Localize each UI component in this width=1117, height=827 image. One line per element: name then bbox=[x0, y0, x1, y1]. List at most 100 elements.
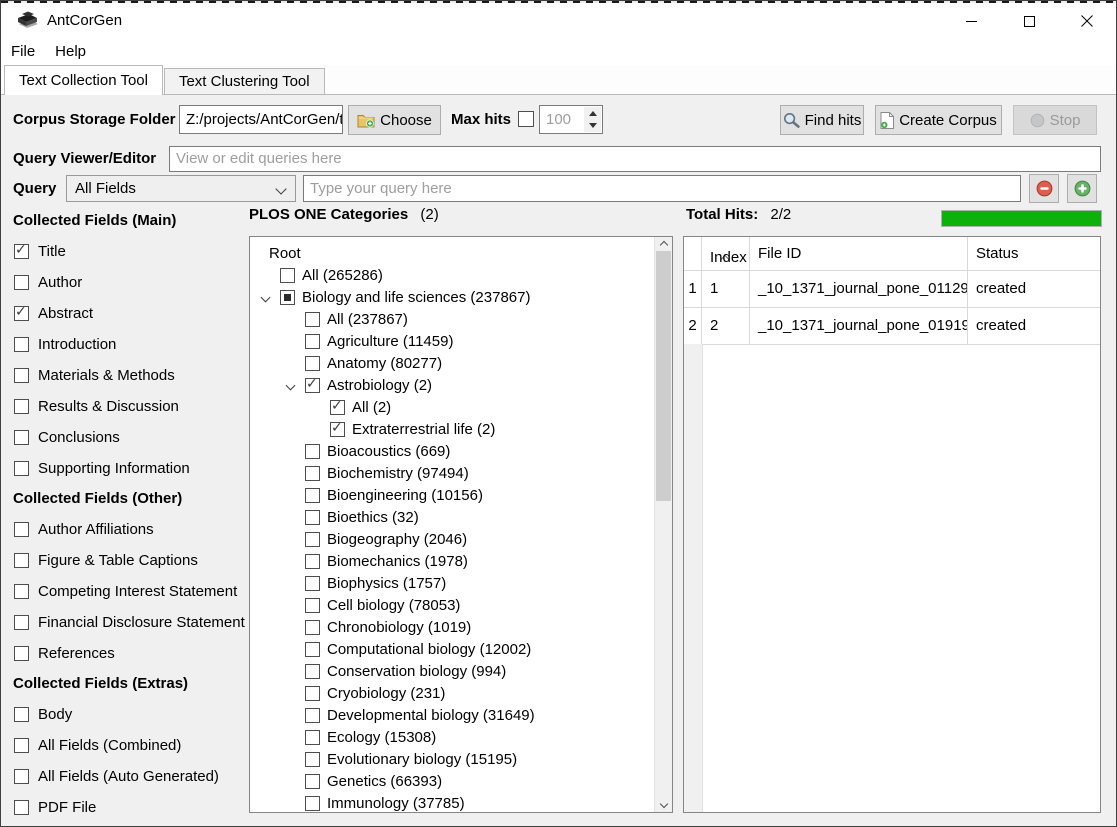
tree-checkbox[interactable] bbox=[305, 532, 320, 547]
expander-icon[interactable] bbox=[285, 382, 305, 389]
find-hits-button[interactable]: Find hits bbox=[780, 105, 864, 135]
tree-checkbox[interactable] bbox=[305, 752, 320, 767]
tree-checkbox[interactable] bbox=[305, 356, 320, 371]
menu-file[interactable]: File bbox=[1, 41, 45, 62]
tree-item-bioethics-32[interactable]: Bioethics (32) bbox=[250, 506, 655, 528]
tree-checkbox[interactable] bbox=[305, 334, 320, 349]
tree-item-ecology-15308[interactable]: Ecology (15308) bbox=[250, 726, 655, 748]
tab-text-clustering-tool[interactable]: Text Clustering Tool bbox=[164, 68, 325, 94]
tree-checkbox[interactable] bbox=[305, 488, 320, 503]
tree-item-genetics-66393[interactable]: Genetics (66393) bbox=[250, 770, 655, 792]
maximize-button[interactable] bbox=[1000, 1, 1058, 41]
field-checkbox-author[interactable]: Author bbox=[1, 267, 249, 298]
tree-item-astrobiology-2[interactable]: ✓Astrobiology (2) bbox=[250, 374, 655, 396]
column-header-status[interactable]: Status bbox=[968, 237, 1100, 270]
tree-item-anatomy-80277[interactable]: Anatomy (80277) bbox=[250, 352, 655, 374]
field-checkbox-body[interactable]: Body bbox=[1, 699, 249, 730]
table-row[interactable]: 22_10_1371_journal_pone_0191907created bbox=[684, 307, 1100, 345]
tree-checkbox[interactable] bbox=[305, 686, 320, 701]
checkbox[interactable]: ✓ bbox=[14, 306, 29, 321]
menu-help[interactable]: Help bbox=[45, 41, 96, 62]
query-input[interactable]: Type your query here bbox=[303, 175, 1021, 202]
tree-item-developmental-biology-31649[interactable]: Developmental biology (31649) bbox=[250, 704, 655, 726]
query-viewer-input[interactable]: View or edit queries here bbox=[169, 146, 1101, 172]
remove-query-button[interactable] bbox=[1029, 174, 1059, 203]
checkbox[interactable] bbox=[14, 800, 29, 815]
tree-checkbox[interactable] bbox=[305, 620, 320, 635]
checkbox[interactable] bbox=[14, 399, 29, 414]
tree-checkbox[interactable] bbox=[305, 664, 320, 679]
column-header-file-id[interactable]: File ID bbox=[750, 237, 968, 270]
tree-item-computational-biology-12002[interactable]: Computational biology (12002) bbox=[250, 638, 655, 660]
tree-item-agriculture-11459[interactable]: Agriculture (11459) bbox=[250, 330, 655, 352]
tree-item-extraterrestrial-life-2[interactable]: ✓Extraterrestrial life (2) bbox=[250, 418, 655, 440]
tree-checkbox[interactable] bbox=[305, 312, 320, 327]
checkbox[interactable] bbox=[14, 646, 29, 661]
scroll-down-button[interactable] bbox=[655, 796, 672, 812]
add-query-button[interactable] bbox=[1067, 174, 1097, 203]
field-checkbox-author-affiliations[interactable]: Author Affiliations bbox=[1, 514, 249, 545]
field-checkbox-results-discussion[interactable]: Results & Discussion bbox=[1, 391, 249, 422]
field-checkbox-conclusions[interactable]: Conclusions bbox=[1, 422, 249, 453]
choose-button[interactable]: Choose bbox=[348, 105, 441, 135]
field-checkbox-introduction[interactable]: Introduction bbox=[1, 329, 249, 360]
field-checkbox-materials-methods[interactable]: Materials & Methods bbox=[1, 360, 249, 391]
tree-checkbox[interactable] bbox=[305, 554, 320, 569]
create-corpus-button[interactable]: Create Corpus bbox=[875, 105, 1002, 135]
tree-item-all-237867[interactable]: All (237867) bbox=[250, 308, 655, 330]
checkbox[interactable] bbox=[14, 337, 29, 352]
checkbox[interactable] bbox=[14, 461, 29, 476]
tree-item-biology-and-life-sciences-237867[interactable]: Biology and life sciences (237867) bbox=[250, 286, 655, 308]
spin-up-button[interactable] bbox=[584, 107, 601, 120]
tree-checkbox[interactable] bbox=[305, 576, 320, 591]
tree-item-biogeography-2046[interactable]: Biogeography (2046) bbox=[250, 528, 655, 550]
checkbox[interactable] bbox=[14, 522, 29, 537]
close-button[interactable] bbox=[1058, 1, 1116, 41]
field-checkbox-all-fields-combined[interactable]: All Fields (Combined) bbox=[1, 730, 249, 761]
checkbox[interactable] bbox=[14, 275, 29, 290]
tree-scrollbar[interactable] bbox=[654, 237, 672, 812]
query-field-select[interactable]: All Fields bbox=[66, 175, 296, 202]
checkbox[interactable] bbox=[14, 615, 29, 630]
tree-item-cell-biology-78053[interactable]: Cell biology (78053) bbox=[250, 594, 655, 616]
max-hits-spinbox[interactable]: 100 bbox=[539, 105, 603, 134]
tree-item-immunology-37785[interactable]: Immunology (37785) bbox=[250, 792, 655, 812]
tree-checkbox[interactable] bbox=[305, 642, 320, 657]
field-checkbox-competing-interest-statement[interactable]: Competing Interest Statement bbox=[1, 576, 249, 607]
tree-item-biomechanics-1978[interactable]: Biomechanics (1978) bbox=[250, 550, 655, 572]
scrollbar-thumb[interactable] bbox=[656, 251, 671, 501]
field-checkbox-title[interactable]: ✓Title bbox=[1, 236, 249, 267]
tree-checkbox[interactable] bbox=[280, 268, 295, 283]
field-checkbox-references[interactable]: References bbox=[1, 638, 249, 669]
tree-checkbox[interactable] bbox=[305, 730, 320, 745]
tree-item-evolutionary-biology-15195[interactable]: Evolutionary biology (15195) bbox=[250, 748, 655, 770]
column-header-index[interactable]: Index bbox=[702, 237, 750, 270]
table-row[interactable]: 11_10_1371_journal_pone_0112979created bbox=[684, 270, 1100, 308]
field-checkbox-supporting-information[interactable]: Supporting Information bbox=[1, 453, 249, 484]
tree-checkbox[interactable] bbox=[305, 510, 320, 525]
tree-item-bioacoustics-669[interactable]: Bioacoustics (669) bbox=[250, 440, 655, 462]
checkbox[interactable] bbox=[14, 368, 29, 383]
spin-down-button[interactable] bbox=[584, 120, 601, 133]
field-checkbox-abstract[interactable]: ✓Abstract bbox=[1, 298, 249, 329]
field-checkbox-all-fields-auto-generated[interactable]: All Fields (Auto Generated) bbox=[1, 761, 249, 792]
tree-checkbox[interactable] bbox=[305, 598, 320, 613]
tree-checkbox[interactable] bbox=[305, 444, 320, 459]
tree-item-biochemistry-97494[interactable]: Biochemistry (97494) bbox=[250, 462, 655, 484]
tree-item-biophysics-1757[interactable]: Biophysics (1757) bbox=[250, 572, 655, 594]
tree-checkbox[interactable] bbox=[305, 708, 320, 723]
checkbox[interactable] bbox=[14, 584, 29, 599]
tree-checkbox[interactable] bbox=[305, 466, 320, 481]
tree-checkbox[interactable]: ✓ bbox=[330, 400, 345, 415]
tree-item-cryobiology-231[interactable]: Cryobiology (231) bbox=[250, 682, 655, 704]
field-checkbox-pdf-file[interactable]: PDF File bbox=[1, 792, 249, 823]
stop-button[interactable]: Stop bbox=[1013, 105, 1097, 135]
tree-checkbox[interactable]: ✓ bbox=[330, 422, 345, 437]
checkbox[interactable] bbox=[14, 430, 29, 445]
tree-item-conservation-biology-994[interactable]: Conservation biology (994) bbox=[250, 660, 655, 682]
field-checkbox-figure-table-captions[interactable]: Figure & Table Captions bbox=[1, 545, 249, 576]
tree-checkbox[interactable]: ✓ bbox=[305, 378, 320, 393]
tree-checkbox[interactable] bbox=[280, 290, 295, 305]
max-hits-checkbox[interactable] bbox=[518, 111, 534, 127]
tree-item-all-265286[interactable]: All (265286) bbox=[250, 264, 655, 286]
